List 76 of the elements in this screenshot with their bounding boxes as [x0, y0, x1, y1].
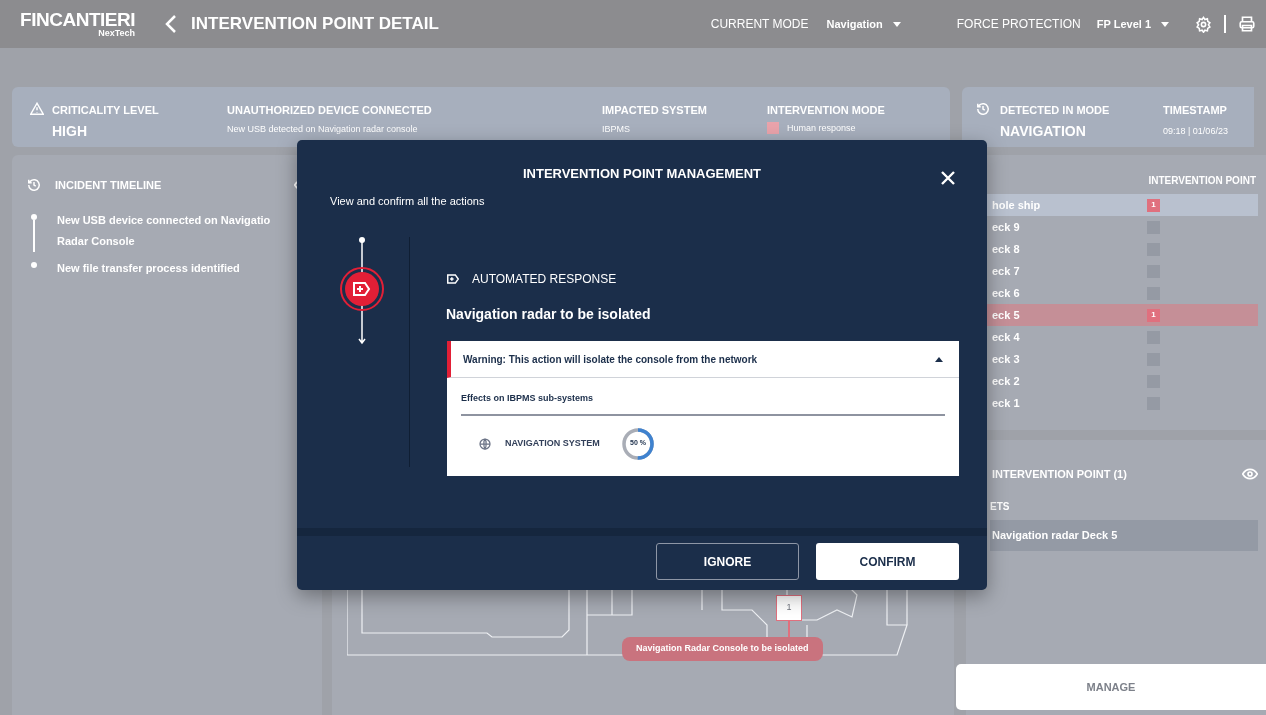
manage-button[interactable]: MANAGE — [956, 664, 1266, 710]
deck-row[interactable]: eck 3 — [966, 348, 1258, 370]
deck-name: eck 7 — [992, 263, 1021, 279]
map-callout: Navigation Radar Console to be isolated — [622, 637, 823, 661]
warning-header[interactable]: Warning: This action will isolate the console from the network — [447, 341, 959, 378]
tag-plus-icon — [446, 272, 460, 286]
deck-name: eck 4 — [992, 329, 1021, 345]
subsystem-name: NAVIGATION SYSTEM — [505, 436, 601, 450]
back-icon[interactable] — [165, 15, 178, 33]
map-marker[interactable]: 1 — [776, 595, 802, 621]
action-title: Navigation radar to be isolated — [446, 305, 652, 324]
deck-row[interactable]: eck 8 — [966, 238, 1258, 260]
count-badge: 1 — [1147, 308, 1160, 322]
deck-row[interactable]: eck 6 — [966, 282, 1258, 304]
confirm-button[interactable]: CONFIRM — [816, 543, 959, 580]
printer-icon[interactable] — [1238, 15, 1256, 33]
impacted-system-label: IMPACTED SYSTEM — [602, 103, 708, 118]
history-icon — [976, 102, 990, 116]
dialog-subtitle: View and confirm all the actions — [329, 193, 486, 209]
count-badge: 1 — [1147, 198, 1160, 212]
eye-icon[interactable] — [1242, 468, 1258, 481]
effects-title: Effects on IBPMS sub-systems — [461, 378, 945, 416]
criticality-label: CRITICALITY LEVEL — [52, 103, 159, 118]
event-description: New USB detected on Navigation radar console — [227, 122, 419, 136]
deck-name: eck 1 — [992, 395, 1021, 411]
criticality-value: HIGH — [52, 121, 88, 141]
timeline-event: New file transfer process identified — [57, 260, 240, 276]
protection-label: FORCE PROTECTION — [956, 16, 1081, 33]
detected-mode-label: DETECTED IN MODE — [1000, 103, 1110, 118]
deck-row[interactable]: eck 2 — [966, 370, 1258, 392]
intervention-mode-value: Human response — [787, 121, 856, 135]
timeline-line — [33, 219, 35, 252]
page-title: INTERVENTION POINT DETAIL — [191, 13, 439, 36]
deck-name: eck 9 — [992, 219, 1021, 235]
deck-name: eck 6 — [992, 285, 1021, 301]
progress-ring — [620, 425, 656, 462]
timeline-title: INCIDENT TIMELINE — [55, 178, 162, 193]
timeline-event: Radar Console — [57, 233, 136, 249]
ignore-button[interactable]: IGNORE — [656, 543, 799, 580]
intervention-point-item[interactable]: Navigation radar Deck 5 — [990, 519, 1258, 551]
event-title: UNAUTHORIZED DEVICE CONNECTED — [227, 103, 433, 118]
history-icon — [27, 178, 41, 193]
deck-name: eck 8 — [992, 241, 1021, 257]
mode-label: CURRENT MODE — [710, 16, 809, 33]
caret-icon — [892, 21, 901, 27]
detected-mode-value: NAVIGATION — [1000, 121, 1087, 141]
caret-icon — [1161, 21, 1169, 27]
deck-row[interactable]: eck 1 — [966, 392, 1258, 414]
deck-row[interactable]: eck 7 — [966, 260, 1258, 282]
impacted-system-value: IBPMS — [602, 122, 631, 136]
brand-logo: FINCANTIERI — [20, 10, 136, 29]
timestamp-label: TIMESTAMP — [1163, 103, 1228, 118]
close-button[interactable] — [941, 170, 957, 186]
brand-subtitle: NexTech — [98, 29, 136, 38]
warning-icon — [30, 102, 44, 115]
column-header: INTERVENTION POINT — [1148, 174, 1256, 188]
timeline-event: New USB device connected on Navigatio — [57, 212, 271, 228]
leader-line — [788, 621, 790, 637]
collapse-icon — [935, 356, 943, 362]
section-label: ETS — [990, 499, 1011, 514]
deck-name: hole ship — [992, 197, 1042, 213]
mode-dropdown[interactable]: Navigation — [826, 15, 901, 33]
close-icon — [941, 171, 955, 185]
intervention-point-title: INTERVENTION POINT (1) — [992, 467, 1127, 482]
deck-row[interactable]: eck 9 — [966, 216, 1258, 238]
protection-dropdown[interactable]: FP Level 1 — [1096, 15, 1169, 33]
globe-icon — [479, 437, 491, 450]
dialog-title: INTERVENTION POINT MANAGEMENT — [522, 165, 762, 183]
action-type: AUTOMATED RESPONSE — [472, 271, 617, 288]
deck-name: eck 3 — [992, 351, 1021, 367]
deck-row[interactable]: eck 4 — [966, 326, 1258, 348]
timestamp-value: 09:18 | 01/06/23 — [1163, 124, 1228, 138]
deck-name: eck 2 — [992, 373, 1021, 389]
deck-name: eck 5 — [992, 307, 1021, 323]
settings-icon[interactable] — [1195, 15, 1212, 33]
intervention-mode-label: INTERVENTION MODE — [767, 103, 885, 118]
